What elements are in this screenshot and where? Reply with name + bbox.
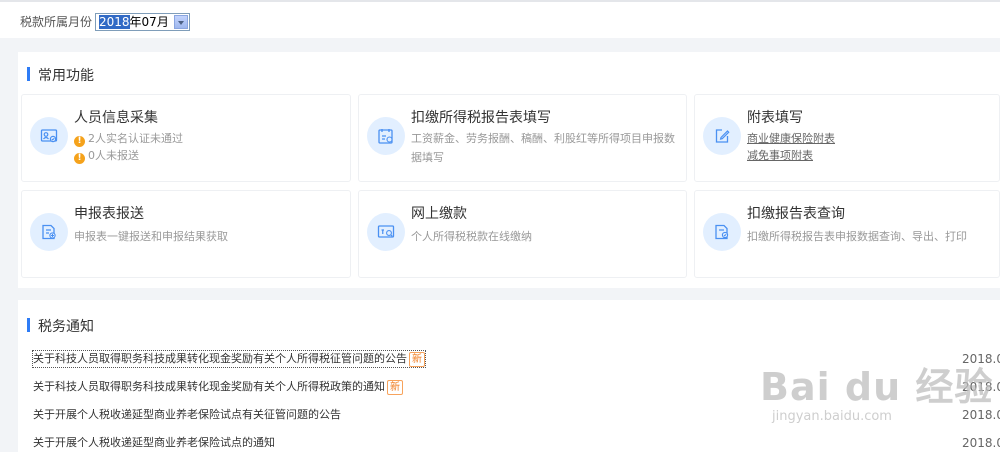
card-desc: 据填写 [411, 151, 444, 164]
card-title: 附表填写 [747, 110, 803, 126]
link-tax-relief[interactable]: 减免事项附表 [747, 147, 813, 163]
card-desc: 工资薪金、劳务报酬、稿酬、利股红等所得项目申报数 [411, 132, 675, 145]
id-card-icon [30, 117, 68, 155]
period-label: 税款所属月份 [20, 15, 93, 29]
section-title-common: 常用功能 [27, 65, 94, 85]
card-submit-report[interactable]: 申报表报送 申报表一键报送和申报结果获取 [21, 190, 351, 278]
new-badge: 新 [387, 380, 403, 395]
card-title: 网上缴款 [411, 206, 467, 222]
new-badge: 新 [409, 352, 425, 367]
section-title-notices: 税务通知 [27, 316, 94, 336]
period-month: 年07月 [129, 15, 169, 29]
card-title: 扣缴报告表查询 [747, 206, 845, 222]
warning-icon: ! [74, 153, 85, 164]
notice-date: 2018.0 [962, 352, 1000, 366]
card-withholding-report[interactable]: 扣缴所得税报告表填写 工资薪金、劳务报酬、稿酬、利股红等所得项目申报数 据填写 [358, 94, 687, 182]
card-title: 申报表报送 [74, 206, 144, 222]
period-year: 2018 [99, 15, 130, 29]
card-online-payment[interactable]: 网上缴款 个人所得税税款在线缴纳 [358, 190, 687, 278]
notice-link[interactable]: 关于开展个人税收递延型商业养老保险试点有关征管问题的公告 [33, 407, 341, 423]
card-title: 人员信息采集 [74, 110, 158, 126]
card-personnel-info[interactable]: 人员信息采集 ! 2人实名认证未通过 ! 0人未报送 [21, 94, 351, 182]
edit-icon [703, 117, 741, 155]
period-select[interactable]: 2018年07月 [95, 13, 190, 31]
card-attachment[interactable]: 附表填写 商业健康保险附表 减免事项附表 [694, 94, 1000, 182]
card-title: 扣缴所得税报告表填写 [411, 110, 551, 126]
warning-line: ! 0人未报送 [74, 147, 139, 164]
submit-report-icon [30, 213, 68, 251]
notice-link[interactable]: 关于开展个人税收递延型商业养老保险试点的通知 [33, 435, 275, 451]
warning-line: ! 2人实名认证未通过 [74, 130, 183, 147]
notice-link[interactable]: 关于科技人员取得职务科技成果转化现金奖励有关个人所得税政策的通知新 [33, 379, 403, 395]
card-desc: 个人所得税税款在线缴纳 [411, 230, 532, 243]
top-bar: 税款所属月份 2018年07月 [0, 0, 1000, 38]
card-report-query[interactable]: 扣缴报告表查询 扣缴所得税报告表申报数据查询、导出、打印 [694, 190, 1000, 278]
online-payment-icon [367, 213, 405, 251]
warning-icon: ! [74, 136, 85, 147]
tax-notices-panel: 税务通知 关于科技人员取得职务科技成果转化现金奖励有关个人所得税征管问题的公告新… [18, 300, 1000, 452]
card-desc: 扣缴所得税报告表申报数据查询、导出、打印 [747, 230, 967, 243]
dropdown-arrow-icon[interactable] [174, 15, 188, 29]
notice-date: 2018.0 [962, 380, 1000, 394]
report-query-icon [703, 213, 741, 251]
common-functions-panel: 常用功能 人员信息采集 ! 2人实名认证未通过 ! 0人未报送 扣缴所得税报告表填写… [18, 52, 1000, 288]
card-desc: 申报表一键报送和申报结果获取 [74, 230, 228, 243]
notice-text[interactable]: 关于开展个人税收递延型商业养老保险试点的通知 [33, 436, 275, 449]
notice-text[interactable]: 关于科技人员取得职务科技成果转化现金奖励有关个人所得税征管问题的公告 [33, 352, 407, 365]
notice-date: 2018.0 [962, 436, 1000, 450]
report-form-icon [367, 117, 405, 155]
notice-date: 2018.0 [962, 408, 1000, 422]
notice-text[interactable]: 关于开展个人税收递延型商业养老保险试点有关征管问题的公告 [33, 408, 341, 421]
notice-link[interactable]: 关于科技人员取得职务科技成果转化现金奖励有关个人所得税征管问题的公告新 [32, 350, 426, 368]
notice-text[interactable]: 关于科技人员取得职务科技成果转化现金奖励有关个人所得税政策的通知 [33, 380, 385, 393]
link-health-insurance[interactable]: 商业健康保险附表 [747, 130, 835, 146]
